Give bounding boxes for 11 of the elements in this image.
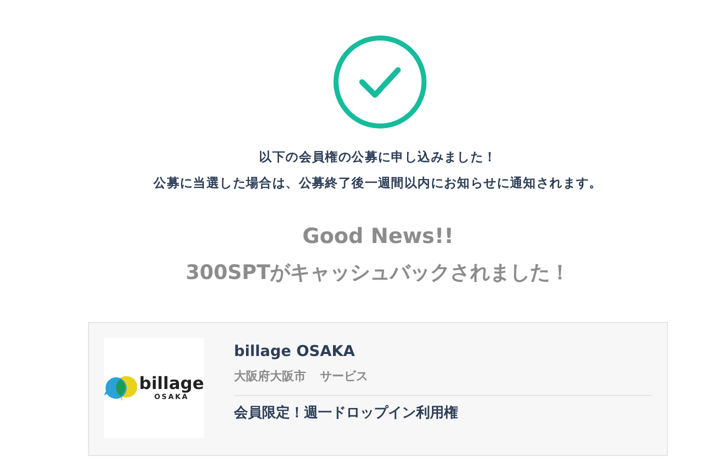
plan-title: 会員限定！週一ドロップイン利用権 — [234, 404, 458, 422]
speech-bubbles-icon — [104, 374, 138, 402]
venue-name: billage OSAKA — [234, 342, 355, 360]
location-text: 大阪府大阪市 — [234, 368, 306, 385]
message-text: 以下の会員権の公募に申し込みました！ — [259, 148, 497, 166]
headline: Good News!! — [301, 223, 455, 250]
cashback-text: 300SPTがキャッシュバックされました！ — [184, 259, 572, 286]
message-text: 公募に当選した場合は、公募終了後一週間以内にお知らせに通知されます。 — [154, 174, 602, 192]
logo-wordmark: billage — [139, 375, 204, 393]
check-circle-icon — [332, 34, 428, 130]
category-text: サービス — [320, 368, 368, 385]
